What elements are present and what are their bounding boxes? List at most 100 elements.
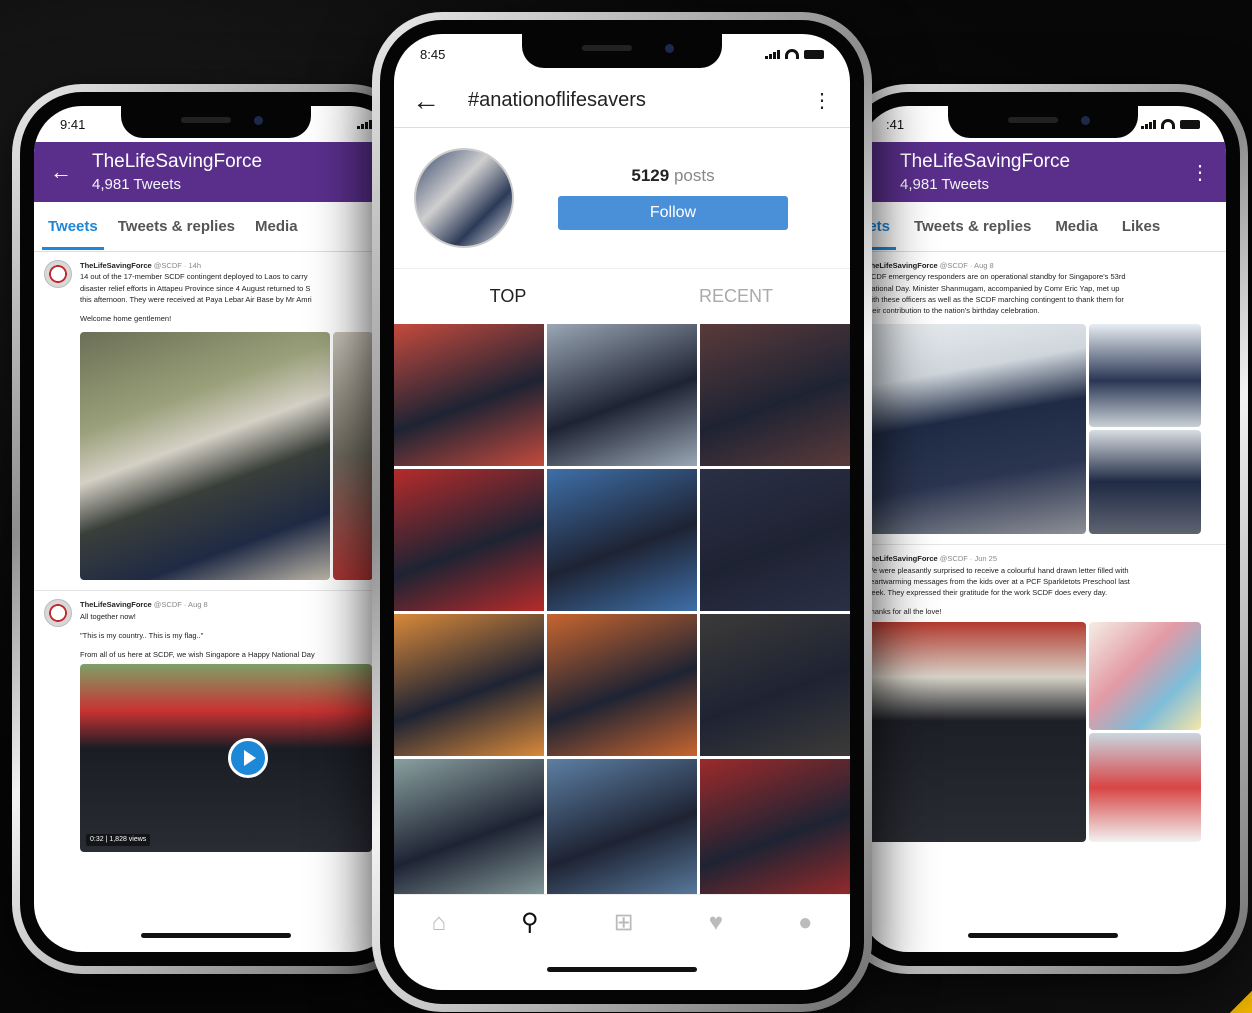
kebab-icon[interactable]: ⋮ (812, 88, 832, 113)
tweet-photo[interactable] (1089, 732, 1201, 842)
photo-grid (394, 324, 850, 901)
grid-photo[interactable] (547, 614, 697, 756)
heart-icon[interactable]: ♥ (709, 909, 723, 937)
video-thumbnail[interactable] (80, 664, 372, 853)
tweet-text-line: From all of us here at SCDF, we wish Sin… (80, 650, 315, 659)
tweet-photo[interactable] (866, 621, 1086, 842)
tweet-text-line: heartwarming messages from the kids over… (866, 576, 1130, 586)
tweet-author[interactable]: TheLifeSavingForce (866, 554, 938, 563)
twitter-header: TheLifeSavingForce 4,981 Tweets ⋮ (860, 142, 1226, 202)
posts-count: 5129 posts (631, 166, 715, 185)
tweet-meta: @SCDF · 14h (153, 261, 201, 270)
tab-top[interactable]: TOP (394, 286, 622, 307)
back-arrow-icon[interactable]: ← (50, 159, 72, 185)
tweet-photo[interactable] (866, 324, 1086, 535)
tweet-photo[interactable] (80, 332, 330, 581)
search-icon[interactable]: ⚲ (521, 908, 539, 937)
tweet-video[interactable]: 0:32 | 1,828 views (80, 664, 388, 853)
profile-tabs: Tweets Tweets & replies Media (34, 202, 398, 252)
tweet[interactable]: TheLifeSavingForce @SCDF · 14h 14 out of… (34, 252, 398, 592)
grid-photo[interactable] (700, 469, 850, 611)
tweet[interactable]: TheLifeSavingForce @SCDF · Aug 8 SCDF em… (860, 252, 1226, 546)
home-icon[interactable]: ⌂ (432, 909, 447, 937)
home-indicator[interactable] (968, 933, 1118, 938)
tweet-media[interactable] (866, 621, 1216, 842)
avatar[interactable] (44, 260, 72, 288)
tweet-photo[interactable] (1089, 324, 1201, 428)
tweet-text-line: "This is my country.. This is my flag.." (80, 630, 204, 640)
profile-icon[interactable]: ● (798, 909, 813, 937)
tweet-photo[interactable] (1089, 430, 1201, 535)
tweet-text-line: Thanks for all the love! (866, 607, 942, 617)
grid-photo[interactable] (547, 759, 697, 901)
status-time: 8:45 (420, 46, 446, 62)
hashtag-title: #anationoflifesavers (468, 89, 646, 111)
tweet-text-line: their contribution to the nation's birth… (866, 306, 1040, 315)
hashtag-profile: 5129 posts Follow (394, 128, 850, 268)
tweet-author[interactable]: TheLifeSavingForce (866, 261, 938, 270)
battery-icon (1180, 119, 1200, 129)
signal-icon (765, 49, 780, 59)
grid-photo[interactable] (394, 324, 544, 466)
tweet-text-line: week. They expressed their gratitude for… (866, 588, 1108, 597)
instagram-header: ← #anationoflifesavers ⋮ (394, 74, 850, 128)
tweet[interactable]: TheLifeSavingForce @SCDF · Aug 8 All tog… (34, 591, 398, 862)
center-phone: 8:45 ← #anationoflifesavers ⋮ 5129 posts… (372, 12, 872, 1012)
tweet-text-line: National Day. Minister Shanmugam, accomp… (866, 283, 1120, 293)
back-arrow-icon[interactable]: ← (412, 85, 440, 117)
tweet-text-line: disaster relief efforts in Attapeu Provi… (80, 283, 311, 293)
add-icon[interactable]: ⊞ (614, 908, 634, 937)
battery-icon (804, 49, 824, 59)
grid-photo[interactable] (394, 759, 544, 901)
tab-media[interactable]: Media (255, 218, 298, 235)
tweet-author[interactable]: TheLifeSavingForce (80, 261, 152, 270)
tab-tweets[interactable]: Tweets (42, 218, 104, 250)
grid-photo[interactable] (700, 614, 850, 756)
play-icon[interactable] (228, 738, 268, 779)
tweet-media[interactable] (866, 324, 1216, 535)
profile-name: TheLifeSavingForce (92, 151, 263, 172)
tab-tweets-replies[interactable]: Tweets & replies (914, 218, 1031, 235)
tweet-text-line: 14 out of the 17-member SCDF contingent … (80, 272, 308, 282)
tweet-text-line: SCDF emergency responders are on operati… (866, 272, 1126, 282)
status-time: 9:41 (60, 116, 86, 132)
tab-likes[interactable]: Likes (1122, 218, 1160, 235)
signal-icon (1141, 119, 1156, 129)
video-views: 0:32 | 1,828 views (86, 833, 151, 847)
home-indicator[interactable] (141, 933, 291, 938)
tweet[interactable]: TheLifeSavingForce @SCDF · Jun 25 We wer… (860, 545, 1226, 851)
grid-photo[interactable] (547, 324, 697, 466)
profile-name: TheLifeSavingForce (900, 151, 1071, 172)
tweet-photo[interactable] (333, 332, 373, 581)
twitter-header: ← TheLifeSavingForce 4,981 Tweets (34, 142, 398, 202)
status-bar: 8:45 (394, 34, 850, 74)
tweet-photo[interactable] (1089, 621, 1201, 730)
follow-button[interactable]: Follow (558, 196, 788, 230)
corner-accent (1230, 991, 1252, 1013)
tab-recent[interactable]: RECENT (622, 286, 850, 307)
right-phone-screen: :41 TheLifeSavingForce 4,981 Tweets ⋮ ee… (860, 106, 1226, 952)
tab-media[interactable]: Media (1055, 218, 1098, 235)
grid-photo[interactable] (700, 759, 850, 901)
grid-photo[interactable] (700, 324, 850, 466)
tweet-media[interactable] (80, 332, 388, 581)
grid-photo[interactable] (547, 469, 697, 611)
tweet-text-line: this afternoon. They were received at Pa… (80, 294, 312, 304)
wifi-icon (785, 49, 799, 59)
tab-tweets-replies[interactable]: Tweets & replies (118, 218, 235, 235)
tweet-count: 4,981 Tweets (92, 176, 181, 193)
tweet-count: 4,981 Tweets (900, 176, 989, 193)
tweet-text-line: Welcome home gentlemen! (80, 314, 172, 323)
feed-tabs: TOP RECENT (394, 268, 850, 324)
status-bar: 9:41 (34, 106, 398, 142)
grid-photo[interactable] (394, 469, 544, 611)
center-phone-screen: 8:45 ← #anationoflifesavers ⋮ 5129 posts… (394, 34, 850, 990)
right-phone-bezel: :41 TheLifeSavingForce 4,981 Tweets ⋮ ee… (846, 92, 1240, 966)
kebab-icon[interactable]: ⋮ (1190, 160, 1210, 185)
home-indicator[interactable] (547, 967, 697, 972)
tweet-author[interactable]: TheLifeSavingForce (80, 600, 152, 609)
bottom-nav: ⌂ ⚲ ⊞ ♥ ● (394, 894, 850, 950)
grid-photo[interactable] (394, 614, 544, 756)
tweet-meta: @SCDF · Aug 8 (153, 600, 208, 610)
avatar[interactable] (44, 599, 72, 628)
